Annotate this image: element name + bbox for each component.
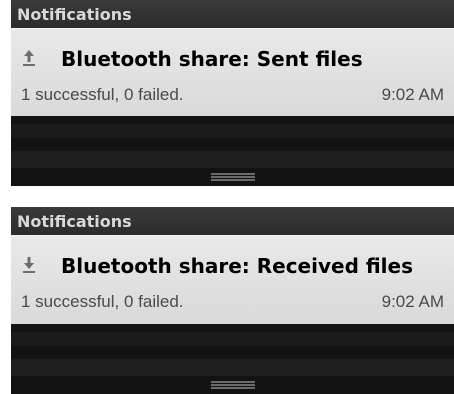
shade-drag-handle[interactable]	[210, 173, 255, 181]
shade-bottom	[11, 116, 454, 186]
notification-time: 9:02 AM	[381, 292, 444, 311]
upload-arrow-icon	[23, 50, 35, 66]
notification-title: Bluetooth share: Sent files	[61, 47, 363, 71]
shade-bottom	[11, 324, 454, 394]
notification-subtitle: 1 successful, 0 failed.	[21, 85, 184, 104]
notification-subtitle: 1 successful, 0 failed.	[21, 292, 184, 311]
notification-card-received[interactable]: Bluetooth share: Received files 1 succes…	[11, 235, 454, 324]
notifications-header: Notifications	[11, 207, 454, 235]
notification-title: Bluetooth share: Received files	[61, 254, 414, 278]
notification-time: 9:02 AM	[381, 85, 444, 104]
notification-card-sent[interactable]: Bluetooth share: Sent files 1 successful…	[11, 28, 454, 117]
notification-panel-sent: Notifications Bluetooth share: Sent file…	[11, 0, 454, 186]
shade-drag-handle[interactable]	[210, 381, 255, 389]
notifications-header: Notifications	[11, 0, 454, 28]
notification-panel-received: Notifications Bluetooth share: Received …	[11, 207, 454, 394]
download-arrow-icon	[23, 257, 35, 273]
